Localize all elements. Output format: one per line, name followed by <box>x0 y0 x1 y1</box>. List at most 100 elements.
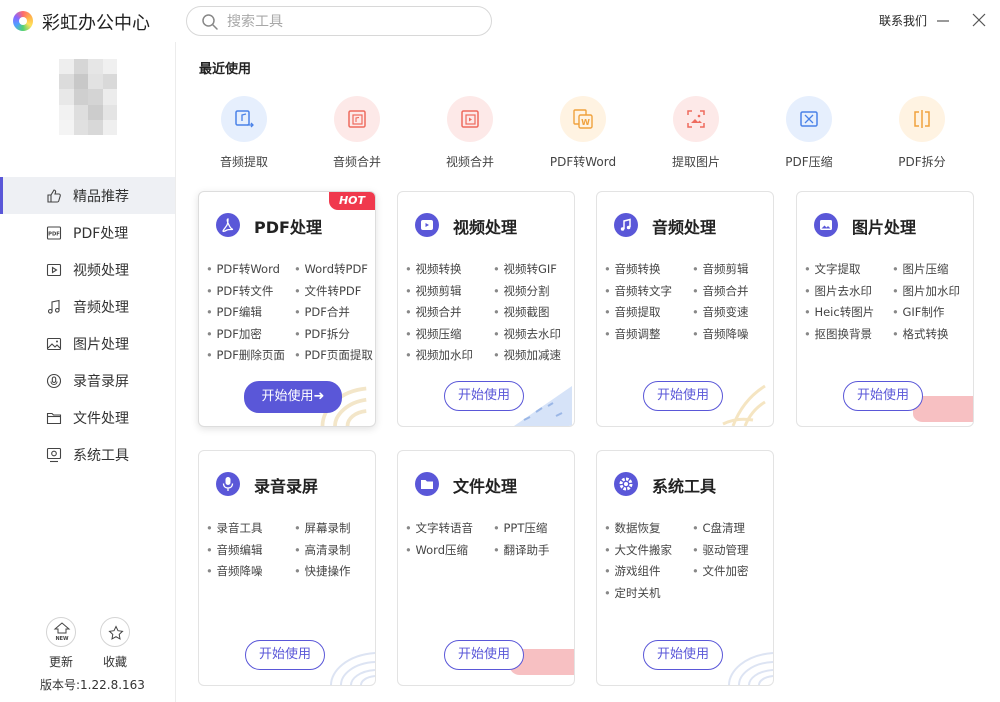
feature-item[interactable]: 音频转文字 <box>604 284 692 300</box>
music-note-icon <box>614 213 638 237</box>
sidebar-item-system[interactable]: 系统工具 <box>0 436 175 473</box>
feature-item[interactable]: 音频降噪 <box>206 564 294 580</box>
feature-item[interactable]: 视频截图 <box>493 305 574 321</box>
card-system[interactable]: 系统工具 数据恢复 C盘清理 大文件搬家 驱动管理 游戏组件 文件加密 定时关机… <box>596 450 774 686</box>
video-play-icon <box>415 213 439 237</box>
feature-item[interactable]: GIF制作 <box>892 305 973 321</box>
card-video[interactable]: 视频处理 视频转换 视频转GIF 视频剪辑 视频分割 视频合并 视频截图 视频压… <box>397 191 575 427</box>
favorites-button[interactable]: 收藏 <box>90 617 140 670</box>
avatar[interactable] <box>59 59 117 135</box>
search-input[interactable] <box>227 12 467 32</box>
sidebar-item-audio[interactable]: 音频处理 <box>0 288 175 325</box>
feature-item[interactable]: 音频提取 <box>604 305 692 321</box>
feature-item[interactable]: 视频加水印 <box>405 348 493 364</box>
feature-item[interactable]: 快捷操作 <box>294 564 375 580</box>
feature-item[interactable]: 视频加减速 <box>493 348 574 364</box>
feature-item[interactable]: PDF转文件 <box>206 284 294 300</box>
feature-item[interactable]: 驱动管理 <box>692 543 773 559</box>
feature-item[interactable]: PDF加密 <box>206 327 294 343</box>
recent-item-audio-extract[interactable]: 音频提取 <box>194 96 294 170</box>
start-button[interactable]: 开始使用 <box>444 381 524 411</box>
feature-item[interactable]: 文字提取 <box>804 262 892 278</box>
recent-item-pdf-to-word[interactable]: W PDF转Word <box>533 96 633 170</box>
feature-item[interactable]: 音频合并 <box>692 284 773 300</box>
feature-item[interactable]: 视频压缩 <box>405 327 493 343</box>
card-record[interactable]: 录音录屏 录音工具 屏幕录制 音频编辑 高清录制 音频降噪 快捷操作 开始使用 <box>198 450 376 686</box>
feature-item[interactable]: 视频去水印 <box>493 327 574 343</box>
close-icon[interactable] <box>969 10 989 30</box>
start-button[interactable]: 开始使用 <box>643 640 723 670</box>
sidebar-item-video[interactable]: 视频处理 <box>0 251 175 288</box>
feature-item[interactable]: 音频编辑 <box>206 543 294 559</box>
feature-item[interactable]: 视频分割 <box>493 284 574 300</box>
start-button[interactable]: 开始使用➜ <box>244 381 342 413</box>
sidebar-item-file[interactable]: 文件处理 <box>0 399 175 436</box>
feature-item[interactable]: 音频转换 <box>604 262 692 278</box>
start-button[interactable]: 开始使用 <box>643 381 723 411</box>
recent-item-video-merge[interactable]: 视频合并 <box>420 96 520 170</box>
feature-item[interactable]: 图片加水印 <box>892 284 973 300</box>
recent-item-pdf-split[interactable]: PDF拆分 <box>872 96 972 170</box>
hot-badge: HOT <box>329 192 375 210</box>
card-image[interactable]: 图片处理 文字提取 图片压缩 图片去水印 图片加水印 Heic转图片 GIF制作… <box>796 191 974 427</box>
card-title: PDF处理 <box>254 218 322 237</box>
feature-item[interactable]: 音频剪辑 <box>692 262 773 278</box>
feature-item[interactable]: 抠图换背景 <box>804 327 892 343</box>
feature-item[interactable]: 文字转语音 <box>405 521 493 537</box>
sidebar-item-record[interactable]: 录音录屏 <box>0 362 175 399</box>
card-audio[interactable]: 音频处理 音频转换 音频剪辑 音频转文字 音频合并 音频提取 音频变速 音频调整… <box>596 191 774 427</box>
feature-item[interactable]: 文件转PDF <box>294 284 375 300</box>
sidebar-item-label: 精品推荐 <box>73 188 129 205</box>
feature-item[interactable]: 音频变速 <box>692 305 773 321</box>
feature-item[interactable]: 文件加密 <box>692 564 773 580</box>
feature-item[interactable]: 录音工具 <box>206 521 294 537</box>
feature-item[interactable]: PDF转Word <box>206 262 294 278</box>
feature-item[interactable]: PDF合并 <box>294 305 375 321</box>
feature-item[interactable]: 屏幕录制 <box>294 521 375 537</box>
feature-item[interactable]: PDF删除页面 <box>206 348 294 364</box>
start-button[interactable]: 开始使用 <box>245 640 325 670</box>
feature-item[interactable]: 视频剪辑 <box>405 284 493 300</box>
start-button[interactable]: 开始使用 <box>444 640 524 670</box>
sidebar-item-label: 图片处理 <box>73 336 129 353</box>
feature-item[interactable]: 数据恢复 <box>604 521 692 537</box>
start-button[interactable]: 开始使用 <box>843 381 923 411</box>
feature-item[interactable]: 图片去水印 <box>804 284 892 300</box>
feature-item[interactable]: 视频转换 <box>405 262 493 278</box>
feature-item[interactable]: 高清录制 <box>294 543 375 559</box>
feature-item[interactable]: PDF编辑 <box>206 305 294 321</box>
search-box[interactable] <box>186 6 492 36</box>
feature-item[interactable]: 音频调整 <box>604 327 692 343</box>
feature-item[interactable]: 音频降噪 <box>692 327 773 343</box>
recent-item-pdf-compress[interactable]: PDF压缩 <box>759 96 859 170</box>
card-title: 系统工具 <box>652 477 717 496</box>
card-title: 录音录屏 <box>254 477 319 496</box>
card-pdf[interactable]: HOT PDF处理 PDF转Word Word转PDF PDF转文件 文件转PD… <box>198 191 376 427</box>
sidebar-item-pdf[interactable]: PDF PDF处理 <box>0 214 175 251</box>
feature-item[interactable]: 视频转GIF <box>493 262 574 278</box>
feature-item[interactable]: 图片压缩 <box>892 262 973 278</box>
feature-item[interactable]: 视频合并 <box>405 305 493 321</box>
card-file[interactable]: 文件处理 文字转语音 PPT压缩 Word压缩 翻译助手 开始使用 <box>397 450 575 686</box>
contact-us-link[interactable]: 联系我们 <box>879 12 927 29</box>
recent-item-extract-image[interactable]: 提取图片 <box>646 96 746 170</box>
feature-item[interactable]: 大文件搬家 <box>604 543 692 559</box>
feature-item[interactable]: 格式转换 <box>892 327 973 343</box>
feature-item[interactable]: PDF页面提取 <box>294 348 375 364</box>
feature-item[interactable]: PDF拆分 <box>294 327 375 343</box>
minimize-icon[interactable] <box>933 10 953 30</box>
feature-item[interactable]: Word压缩 <box>405 543 493 559</box>
recent-item-audio-merge[interactable]: 音频合并 <box>307 96 407 170</box>
feature-item[interactable]: 游戏组件 <box>604 564 692 580</box>
feature-item[interactable]: C盘清理 <box>692 521 773 537</box>
sidebar-item-image[interactable]: 图片处理 <box>0 325 175 362</box>
image-icon <box>46 337 62 351</box>
feature-item[interactable]: PPT压缩 <box>493 521 574 537</box>
feature-item[interactable]: 翻译助手 <box>493 543 574 559</box>
feature-item[interactable]: Heic转图片 <box>804 305 892 321</box>
feature-item[interactable]: Word转PDF <box>294 262 375 278</box>
sidebar-item-label: 录音录屏 <box>73 373 129 390</box>
sidebar-item-recommended[interactable]: 精品推荐 <box>0 177 175 214</box>
feature-item[interactable]: 定时关机 <box>604 586 692 602</box>
update-button[interactable]: NEW 更新 <box>36 617 86 670</box>
